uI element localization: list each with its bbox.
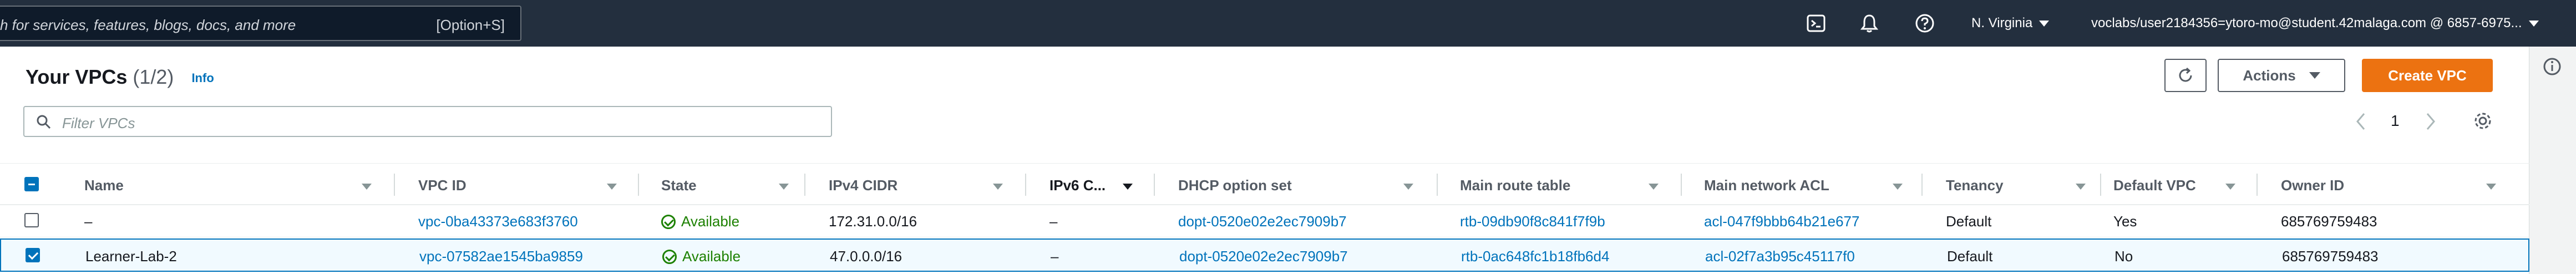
table-row[interactable]: – vpc-0ba43373e683f3760 Available 172.31…: [0, 204, 2529, 237]
sort-caret-icon[interactable]: [362, 184, 372, 190]
state-text: Available: [682, 248, 741, 265]
column-header-state[interactable]: State: [661, 177, 697, 194]
cell-name: –: [84, 213, 93, 230]
column-header-name[interactable]: Name: [84, 177, 124, 194]
page-title: Your VPCs (1/2) Info: [26, 65, 214, 89]
create-vpc-label: Create VPC: [2388, 67, 2467, 84]
account-menu[interactable]: voclabs/user2184356=ytoro-mo@student.42m…: [2091, 16, 2539, 31]
info-link[interactable]: Info: [191, 71, 214, 85]
cell-tenancy: Default: [1947, 248, 1993, 265]
page-title-text: Your VPCs: [26, 65, 128, 88]
sort-caret-icon[interactable]: [2076, 184, 2086, 190]
account-label: voclabs/user2184356=ytoro-mo@student.42m…: [2091, 16, 2522, 31]
sort-caret-icon[interactable]: [1403, 184, 1413, 190]
filter-vpcs-input[interactable]: Filter VPCs: [23, 106, 832, 137]
cell-default-vpc: No: [2114, 248, 2133, 265]
chevron-down-icon: [2039, 21, 2050, 27]
cell-ipv4-cidr: 172.31.0.0/16: [829, 213, 917, 230]
cell-state: Available: [661, 213, 739, 230]
cell-ipv6-cidr: –: [1049, 213, 1058, 230]
column-header-ipv6-cidr[interactable]: IPv6 C...: [1049, 177, 1106, 194]
sort-caret-icon[interactable]: [993, 184, 1003, 190]
selection-count: (1/2): [133, 65, 174, 88]
cell-ipv4-cidr: 47.0.0.0/16: [830, 248, 902, 265]
gear-icon[interactable]: [2472, 110, 2494, 132]
check-circle-icon: [662, 250, 677, 264]
column-header-tenancy[interactable]: Tenancy: [1946, 177, 2004, 194]
actions-label: Actions: [2243, 67, 2296, 84]
row-checkbox[interactable]: [24, 213, 39, 227]
state-text: Available: [681, 213, 740, 230]
table-row-selected[interactable]: Learner-Lab-2 vpc-07582ae1545ba9859 Avai…: [0, 239, 2529, 272]
cell-dhcp-link[interactable]: dopt-0520e02e2ec7909b7: [1179, 248, 1348, 265]
column-divider[interactable]: [2256, 174, 2258, 196]
caret-down-icon: [2309, 72, 2320, 79]
column-header-vpc-id[interactable]: VPC ID: [418, 177, 466, 194]
search-shortcut-hint: [Option+S]: [436, 17, 505, 33]
refresh-icon: [2179, 67, 2192, 82]
row-checkbox-checked[interactable]: [26, 248, 40, 262]
column-header-main-network-acl[interactable]: Main network ACL: [1704, 177, 1829, 194]
top-navigation-bar: h for services, features, blogs, docs, a…: [0, 0, 2576, 47]
sort-caret-icon[interactable]: [2486, 184, 2496, 190]
cell-vpc-id-link[interactable]: vpc-0ba43373e683f3760: [418, 213, 578, 230]
sort-caret-icon[interactable]: [779, 184, 789, 190]
cell-route-table-link[interactable]: rtb-0ac648fc1b18fb6d4: [1461, 248, 1609, 265]
cell-state: Available: [662, 248, 741, 265]
column-divider[interactable]: [638, 174, 639, 196]
column-divider[interactable]: [1025, 174, 1026, 196]
cell-acl-link[interactable]: acl-02f7a3b95c45117f0: [1705, 248, 1855, 265]
help-icon[interactable]: [1914, 12, 1936, 34]
column-header-dhcp-option-set[interactable]: DHCP option set: [1178, 177, 1292, 194]
region-label: N. Virginia: [1971, 16, 2033, 31]
chevron-down-icon: [2528, 21, 2539, 27]
cloudshell-icon[interactable]: [1805, 12, 1827, 34]
sort-caret-icon[interactable]: [1123, 184, 1133, 190]
filter-placeholder: Filter VPCs: [62, 115, 135, 131]
refresh-button[interactable]: [2164, 59, 2207, 92]
info-circle-icon[interactable]: [2541, 55, 2563, 78]
sort-caret-icon[interactable]: [1893, 184, 1903, 190]
cell-dhcp-link[interactable]: dopt-0520e02e2ec7909b7: [1178, 213, 1347, 230]
column-header-owner-id[interactable]: Owner ID: [2281, 177, 2344, 194]
cell-acl-link[interactable]: acl-047f9bbb64b21e677: [1704, 213, 1859, 230]
next-page-icon[interactable]: [2424, 109, 2437, 134]
cell-vpc-id-link[interactable]: vpc-07582ae1545ba9859: [419, 248, 583, 265]
table-header: Name VPC ID State IPv4 CIDR IPv6 C... DH…: [0, 163, 2529, 205]
create-vpc-button[interactable]: Create VPC: [2362, 59, 2493, 92]
sort-caret-icon[interactable]: [607, 184, 617, 190]
right-side-rail: [2530, 47, 2576, 274]
previous-page-icon[interactable]: [2354, 109, 2367, 134]
search-placeholder: h for services, features, blogs, docs, a…: [0, 17, 296, 33]
cell-owner-id: 685769759483: [2282, 248, 2379, 265]
check-circle-icon: [661, 215, 676, 229]
cell-default-vpc: Yes: [2113, 213, 2137, 230]
sort-caret-icon[interactable]: [1649, 184, 1659, 190]
column-divider[interactable]: [394, 174, 395, 196]
notifications-bell-icon[interactable]: [1858, 12, 1880, 34]
column-header-main-route-table[interactable]: Main route table: [1460, 177, 1570, 194]
cell-route-table-link[interactable]: rtb-09db90f8c841f7f9b: [1460, 213, 1605, 230]
column-header-ipv4-cidr[interactable]: IPv4 CIDR: [829, 177, 897, 194]
current-page-number[interactable]: 1: [2391, 112, 2400, 130]
search-icon: [37, 115, 51, 129]
global-search-input[interactable]: h for services, features, blogs, docs, a…: [0, 6, 521, 41]
column-header-default-vpc[interactable]: Default VPC: [2113, 177, 2196, 194]
cell-owner-id: 685769759483: [2281, 213, 2377, 230]
column-divider[interactable]: [1921, 174, 1923, 196]
actions-dropdown-button[interactable]: Actions: [2218, 59, 2345, 92]
select-all-checkbox[interactable]: [24, 177, 39, 191]
column-divider[interactable]: [1437, 174, 1438, 196]
column-divider[interactable]: [1154, 174, 1155, 196]
cell-ipv6-cidr: –: [1051, 248, 1059, 265]
cell-tenancy: Default: [1946, 213, 1992, 230]
column-divider[interactable]: [804, 174, 805, 196]
sort-caret-icon[interactable]: [2225, 184, 2235, 190]
column-divider[interactable]: [1681, 174, 1682, 196]
region-selector[interactable]: N. Virginia: [1971, 16, 2050, 31]
cell-name: Learner-Lab-2: [85, 248, 177, 265]
column-divider[interactable]: [2100, 174, 2101, 196]
